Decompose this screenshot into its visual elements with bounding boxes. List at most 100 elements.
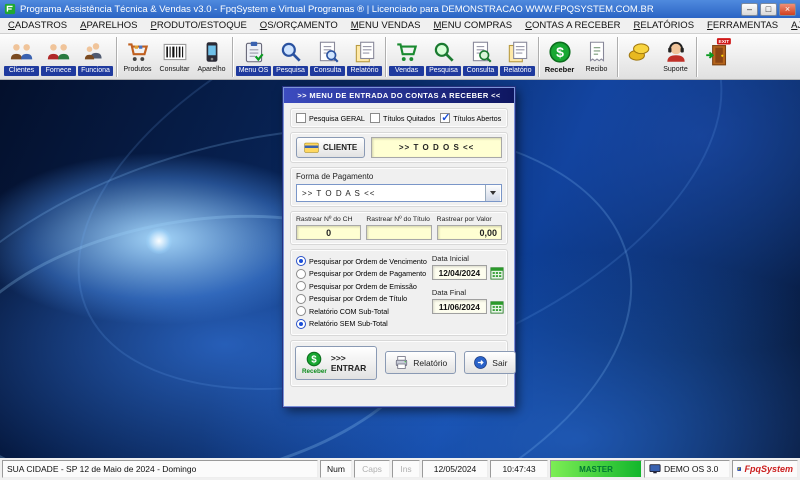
dialog-body: Pesquisa GERAL Títulos Quitados Títulos …: [284, 103, 514, 396]
toolbar-button-label: Relatório: [500, 66, 535, 76]
toolbar-button-sair[interactable]: EXIT: [699, 35, 736, 79]
toolbar-separator: [116, 37, 117, 77]
toolbar-button-fornecedores[interactable]: Fornece: [40, 35, 77, 79]
menu-os-orcamento[interactable]: OS/ORÇAMENTO: [260, 20, 338, 31]
toolbar-button-relatorio-os[interactable]: Relatório: [346, 35, 383, 79]
radio-circle: [296, 269, 306, 279]
checkbox-box: [370, 113, 380, 123]
radio-ordem-vencimento[interactable]: Pesquisar por Ordem de Vencimento: [296, 256, 427, 267]
rastrear-ch-column: Rastrear Nº do CH 0: [296, 216, 361, 240]
document-search-icon: [315, 38, 341, 65]
toolbar-button-consulta-vendas[interactable]: Consulta: [462, 35, 499, 79]
rastrear-group: Rastrear Nº do CH 0 Rastrear Nº do Títul…: [290, 211, 508, 245]
toolbar-button-label: Recibo: [579, 66, 614, 74]
support-icon: [663, 38, 689, 65]
toolbar-button-relatorio-vendas[interactable]: Relatório: [499, 35, 536, 79]
forma-pagamento-select[interactable]: >> T O D A S <<: [296, 184, 502, 202]
products-cart-icon: [125, 38, 151, 65]
window-controls: – □ ×: [741, 3, 796, 16]
status-demo-version: DEMO OS 3.0: [644, 460, 730, 478]
data-inicial-row: 12/04/2024: [432, 265, 504, 280]
toolbar-button-menu-os[interactable]: Menu OS: [235, 35, 272, 79]
calendar-icon[interactable]: [490, 300, 504, 314]
menu-ajuda[interactable]: AJUDA: [791, 20, 800, 31]
data-final-label: Data Final: [432, 288, 504, 297]
toolbar-separator: [538, 37, 539, 77]
toolbar-button-suporte[interactable]: Suporte: [657, 35, 694, 79]
toolbar-button-consulta-os[interactable]: Consulta: [309, 35, 346, 79]
printer-icon: [394, 355, 409, 370]
toolbar-button-label: Aparelho: [194, 66, 229, 74]
radio-relatorio-sem-subtotal[interactable]: Relatório SEM Sub-Total: [296, 318, 427, 329]
rastrear-titulo-column: Rastrear Nº do Título: [366, 216, 431, 240]
menu-relatorios[interactable]: RELATÓRIOS: [633, 20, 694, 31]
close-button[interactable]: ×: [779, 3, 796, 16]
entrar-button[interactable]: $ Receber >>> ENTRAR: [295, 346, 377, 380]
checkbox-titulos-quitados[interactable]: Títulos Quitados: [370, 113, 435, 123]
radio-circle: [296, 306, 306, 316]
cliente-button[interactable]: CLIENTE: [296, 137, 365, 158]
checkbox-pesquisa-geral[interactable]: Pesquisa GERAL: [296, 113, 365, 123]
minimize-button[interactable]: –: [741, 3, 758, 16]
menu-vendas[interactable]: MENU VENDAS: [351, 20, 421, 31]
sair-button[interactable]: Sair: [464, 351, 516, 374]
ordenacao-datas-group: Pesquisar por Ordem de Vencimento Pesqui…: [290, 249, 508, 336]
checkbox-titulos-abertos[interactable]: Títulos Abertos: [440, 113, 501, 123]
toolbar-button-funcionarios[interactable]: Funciona: [77, 35, 114, 79]
menu-ferramentas[interactable]: FERRAMENTAS: [707, 20, 778, 31]
fpqsystem-logo-icon: [737, 463, 741, 475]
forma-pagamento-value: >> T O D A S <<: [297, 189, 485, 198]
toolbar-button-label: Menu OS: [236, 66, 271, 76]
toolbar-button-label: Consulta: [463, 66, 498, 76]
coins-icon: [626, 38, 652, 65]
toolbar-button-vendas[interactable]: Vendas: [388, 35, 425, 79]
receber-dollar-icon: $ Receber: [302, 350, 327, 375]
toolbar-button-moedas[interactable]: [620, 35, 657, 79]
sales-cart-icon: [394, 38, 420, 65]
dialog-title: >> MENU DE ENTRADA DO CONTAS A RECEBER <…: [284, 88, 514, 103]
menu-cadastros[interactable]: CADASTROS: [8, 20, 67, 31]
radio-ordem-pagamento[interactable]: Pesquisar por Ordem de Pagamento: [296, 268, 427, 279]
dialog-actions: $ Receber >>> ENTRAR Relatório Sair: [290, 340, 508, 387]
employees-icon: [83, 38, 109, 65]
data-inicial-input[interactable]: 12/04/2024: [432, 265, 487, 280]
relatorio-label: Relatório: [413, 358, 447, 368]
radio-ordem-titulo[interactable]: Pesquisar por Ordem de Título: [296, 293, 427, 304]
menu-produto-estoque[interactable]: PRODUTO/ESTOQUE: [151, 20, 247, 31]
status-demo-text: DEMO OS 3.0: [664, 464, 718, 474]
menu-compras[interactable]: MENU COMPRAS: [433, 20, 512, 31]
report-icon: [352, 38, 378, 65]
toolbar-button-produtos[interactable]: Produtos: [119, 35, 156, 79]
cliente-button-label: CLIENTE: [323, 143, 357, 152]
radio-relatorio-com-subtotal[interactable]: Relatório COM Sub-Total: [296, 306, 427, 317]
status-num-lock: Num: [320, 460, 352, 478]
cliente-value-field[interactable]: >> T O D O S <<: [371, 137, 502, 158]
svg-text:$: $: [556, 43, 564, 59]
cliente-group: CLIENTE >> T O D O S <<: [290, 132, 508, 163]
menu-aparelhos[interactable]: APARELHOS: [80, 20, 137, 31]
toolbar-button-pesquisa-vendas[interactable]: Pesquisa: [425, 35, 462, 79]
toolbar-button-label: Consulta: [310, 66, 345, 76]
maximize-button[interactable]: □: [760, 3, 777, 16]
toolbar-button-consultar[interactable]: Consultar: [156, 35, 193, 79]
entrar-label: >>> ENTRAR: [331, 353, 366, 373]
toolbar-button-label: Receber: [542, 66, 577, 74]
data-final-input[interactable]: 11/06/2024: [432, 299, 487, 314]
relatorio-button[interactable]: Relatório: [385, 351, 456, 374]
toolbar-button-aparelho[interactable]: Aparelho: [193, 35, 230, 79]
dollar-icon: $: [547, 38, 573, 65]
toolbar-button-pesquisa-os[interactable]: Pesquisa: [272, 35, 309, 79]
application-window: Programa Assistência Técnica & Vendas v3…: [0, 0, 800, 480]
rastrear-ch-input[interactable]: 0: [296, 225, 361, 240]
toolbar-button-recibo[interactable]: Recibo: [578, 35, 615, 79]
toolbar-button-label: Vendas: [389, 66, 424, 76]
toolbar-button-label: Funciona: [78, 66, 113, 76]
rastrear-valor-input[interactable]: 0,00: [437, 225, 502, 240]
contas-a-receber-dialog: >> MENU DE ENTRADA DO CONTAS A RECEBER <…: [283, 87, 515, 407]
toolbar-button-receber[interactable]: $ Receber: [541, 35, 578, 79]
radio-ordem-emissao[interactable]: Pesquisar por Ordem de Emissão: [296, 281, 427, 292]
menu-contas-a-receber[interactable]: CONTAS A RECEBER: [525, 20, 620, 31]
rastrear-titulo-input[interactable]: [366, 225, 431, 240]
toolbar-button-clientes[interactable]: Clientes: [3, 35, 40, 79]
calendar-icon[interactable]: [490, 266, 504, 280]
